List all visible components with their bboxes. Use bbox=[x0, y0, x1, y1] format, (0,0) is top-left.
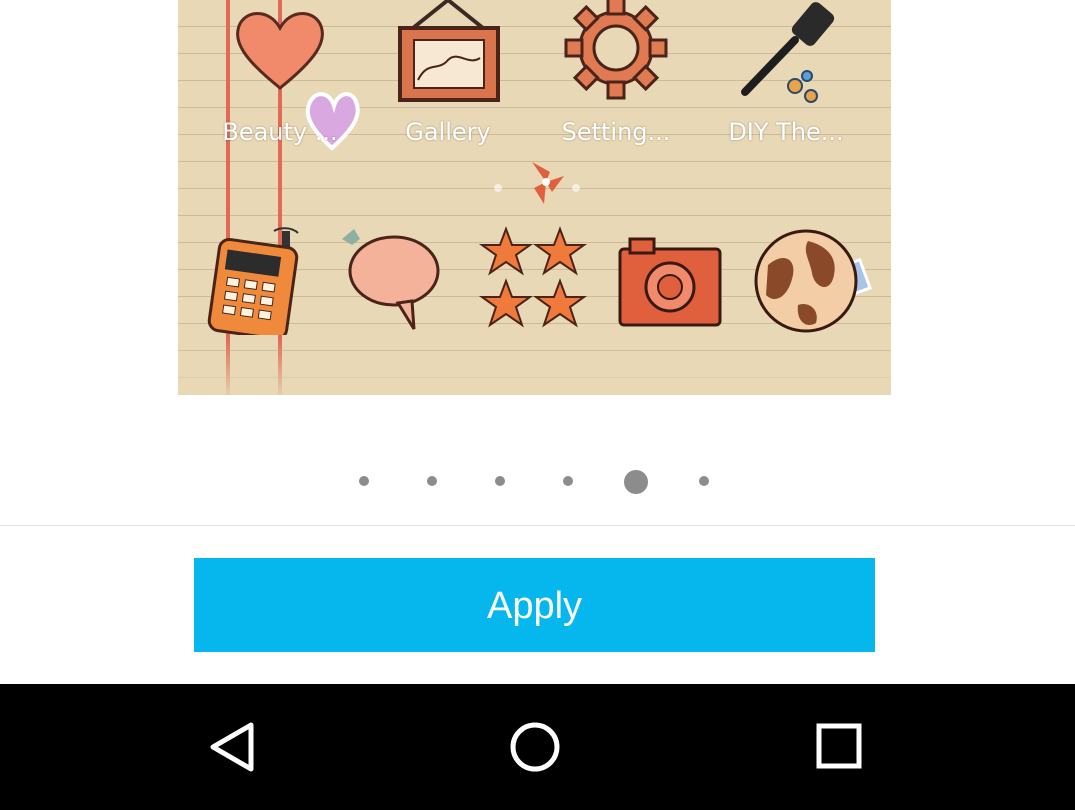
apply-button[interactable]: Apply bbox=[194, 558, 875, 652]
page-dot[interactable] bbox=[699, 476, 709, 486]
page-dot[interactable] bbox=[495, 476, 505, 486]
page-dot[interactable] bbox=[359, 476, 369, 486]
picture-frame-icon bbox=[398, 0, 500, 102]
pinwheel-icon bbox=[532, 162, 564, 204]
camera-icon bbox=[618, 237, 722, 327]
phone-icon bbox=[207, 227, 299, 335]
paintbrush-icon bbox=[741, 2, 835, 103]
app-label: Beauty ... bbox=[222, 118, 338, 146]
dock-camera bbox=[616, 225, 726, 335]
app-diy-theme: DIY The... bbox=[726, 0, 846, 150]
app-gallery: Gallery bbox=[388, 0, 508, 150]
preview-page-dot bbox=[494, 184, 502, 192]
dock-phone bbox=[202, 225, 312, 335]
back-button[interactable] bbox=[203, 717, 263, 777]
page-dot[interactable] bbox=[427, 476, 437, 486]
dock-favorites bbox=[478, 225, 588, 335]
dock-messages bbox=[338, 225, 448, 335]
page-indicator bbox=[355, 468, 720, 494]
divider bbox=[0, 525, 1075, 526]
speech-bubble-icon bbox=[342, 229, 440, 330]
dock-reflection bbox=[178, 338, 891, 395]
home-button[interactable] bbox=[505, 717, 565, 777]
gear-icon bbox=[564, 0, 668, 100]
preview-page-dot bbox=[572, 184, 580, 192]
recents-icon bbox=[816, 723, 862, 769]
page-dot[interactable] bbox=[563, 476, 573, 486]
stars-icon bbox=[478, 226, 588, 328]
app-settings: Setting... bbox=[556, 0, 676, 150]
dock-browser bbox=[754, 225, 872, 335]
app-label: DIY The... bbox=[728, 118, 844, 146]
navigation-bar bbox=[0, 684, 1075, 810]
back-icon bbox=[210, 722, 254, 772]
preview-page-indicator bbox=[488, 162, 588, 204]
recents-button[interactable] bbox=[808, 717, 868, 777]
app-beauty: Beauty ... bbox=[220, 0, 360, 151]
home-icon bbox=[510, 722, 560, 772]
page-dot-active[interactable] bbox=[624, 470, 648, 494]
app-label: Setting... bbox=[561, 118, 671, 146]
theme-preview-image: Beauty ... Gallery Setting... DIY The... bbox=[178, 0, 891, 395]
app-label: Gallery bbox=[405, 118, 491, 146]
globe-icon bbox=[754, 229, 872, 333]
